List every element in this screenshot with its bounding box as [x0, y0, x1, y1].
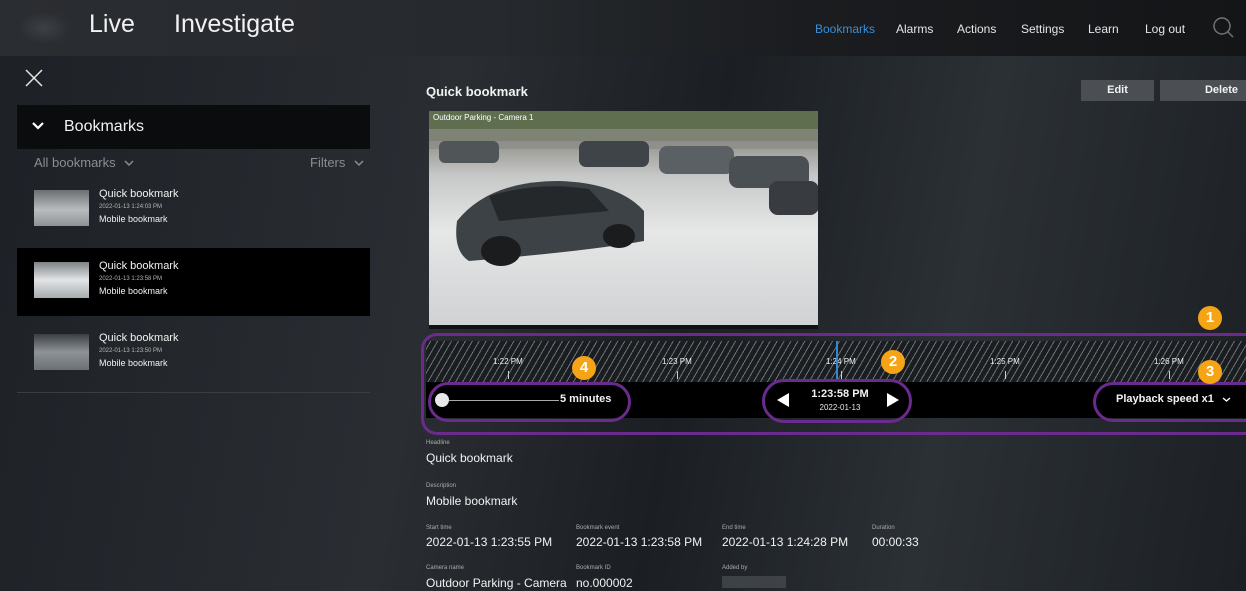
edit-button[interactable]: Edit	[1081, 80, 1154, 101]
chevron-down-icon	[32, 122, 44, 130]
speed-callout-outline	[1093, 382, 1246, 422]
duration-value: 00:00:33	[872, 535, 919, 549]
bookmark-date: 2022-01-13 1:23:50 PM	[99, 348, 163, 354]
bookmark-thumbnail	[34, 190, 89, 226]
description-label: Description	[426, 483, 457, 489]
callout-badge-3: 3	[1198, 360, 1222, 384]
search-icon[interactable]	[1212, 16, 1234, 38]
bookmark-description: Mobile bookmark	[99, 358, 168, 368]
description-value: Mobile bookmark	[426, 494, 518, 508]
tab-live[interactable]: Live	[89, 10, 135, 39]
end-time-label: End time	[722, 525, 746, 531]
camera-name-label: Camera name	[426, 565, 465, 571]
bookmark-list-item[interactable]: Quick bookmark 2022-01-13 1:23:50 PM Mob…	[17, 320, 370, 388]
start-time-value: 2022-01-13 1:23:55 PM	[426, 535, 553, 549]
filters-label: Filters	[310, 155, 346, 170]
video-status-bar	[429, 325, 818, 329]
nav-alarms[interactable]: Alarms	[896, 22, 933, 36]
callout-badge-1: 1	[1198, 306, 1222, 330]
top-bar: Live Investigate Bookmarks Alarms Action…	[0, 0, 1246, 56]
bookmark-date: 2022-01-13 1:24:03 PM	[99, 204, 163, 210]
bookmark-date: 2022-01-13 1:23:58 PM	[99, 276, 163, 282]
zoom-callout-outline	[428, 382, 631, 422]
delete-button[interactable]: Delete	[1160, 80, 1246, 101]
bookmark-thumbnail	[34, 262, 89, 298]
all-bookmarks-label: All bookmarks	[34, 155, 116, 170]
chevron-down-icon	[124, 160, 134, 167]
added-by-value-redacted	[722, 576, 786, 588]
list-divider	[17, 392, 370, 393]
start-time-label: Start time	[426, 525, 452, 531]
bookmark-id-label: Bookmark ID	[576, 565, 611, 571]
bookmark-description: Mobile bookmark	[99, 286, 168, 296]
filters-dropdown[interactable]: Filters	[310, 155, 364, 170]
callout-badge-2: 2	[881, 350, 905, 374]
nav-logout[interactable]: Log out	[1145, 22, 1185, 36]
nav-learn[interactable]: Learn	[1088, 22, 1119, 36]
nav-settings[interactable]: Settings	[1021, 22, 1064, 36]
end-time-value: 2022-01-13 1:24:28 PM	[722, 535, 849, 549]
added-by-label: Added by	[722, 565, 748, 571]
bookmark-event-label: Bookmark event	[576, 525, 620, 531]
bookmark-description: Mobile bookmark	[99, 214, 168, 224]
video-player[interactable]: Outdoor Parking - Camera 1	[429, 111, 818, 329]
bookmark-name: Quick bookmark	[99, 260, 179, 272]
nav-bookmarks[interactable]: Bookmarks	[815, 22, 875, 36]
callout-badge-4: 4	[572, 356, 596, 380]
close-icon[interactable]	[24, 68, 44, 88]
bookmarks-header[interactable]: Bookmarks	[17, 105, 370, 149]
bookmark-id-value: no.000002	[576, 576, 633, 590]
headline-label: Headline	[426, 440, 450, 446]
time-callout-outline	[762, 379, 912, 423]
nav-actions[interactable]: Actions	[957, 22, 996, 36]
bookmark-name: Quick bookmark	[99, 332, 179, 344]
headline-value: Quick bookmark	[426, 451, 513, 465]
camera-name-value: Outdoor Parking - Camera	[426, 576, 567, 590]
tab-investigate[interactable]: Investigate	[174, 10, 295, 39]
page-title: Quick bookmark	[426, 84, 528, 99]
bookmarks-title: Bookmarks	[64, 118, 145, 135]
all-bookmarks-dropdown[interactable]: All bookmarks	[34, 155, 134, 170]
duration-label: Duration	[872, 525, 895, 531]
app-logo	[18, 12, 70, 44]
bookmark-thumbnail	[34, 334, 89, 370]
bookmark-list-item[interactable]: Quick bookmark 2022-01-13 1:24:03 PM Mob…	[17, 176, 370, 244]
bookmark-list-item-selected[interactable]: Quick bookmark 2022-01-13 1:23:58 PM Mob…	[17, 248, 370, 316]
bookmark-event-value: 2022-01-13 1:23:58 PM	[576, 535, 703, 549]
camera-label: Outdoor Parking - Camera 1	[433, 113, 534, 122]
bookmark-name: Quick bookmark	[99, 188, 179, 200]
chevron-down-icon	[354, 160, 364, 167]
camera-frame	[429, 111, 818, 266]
